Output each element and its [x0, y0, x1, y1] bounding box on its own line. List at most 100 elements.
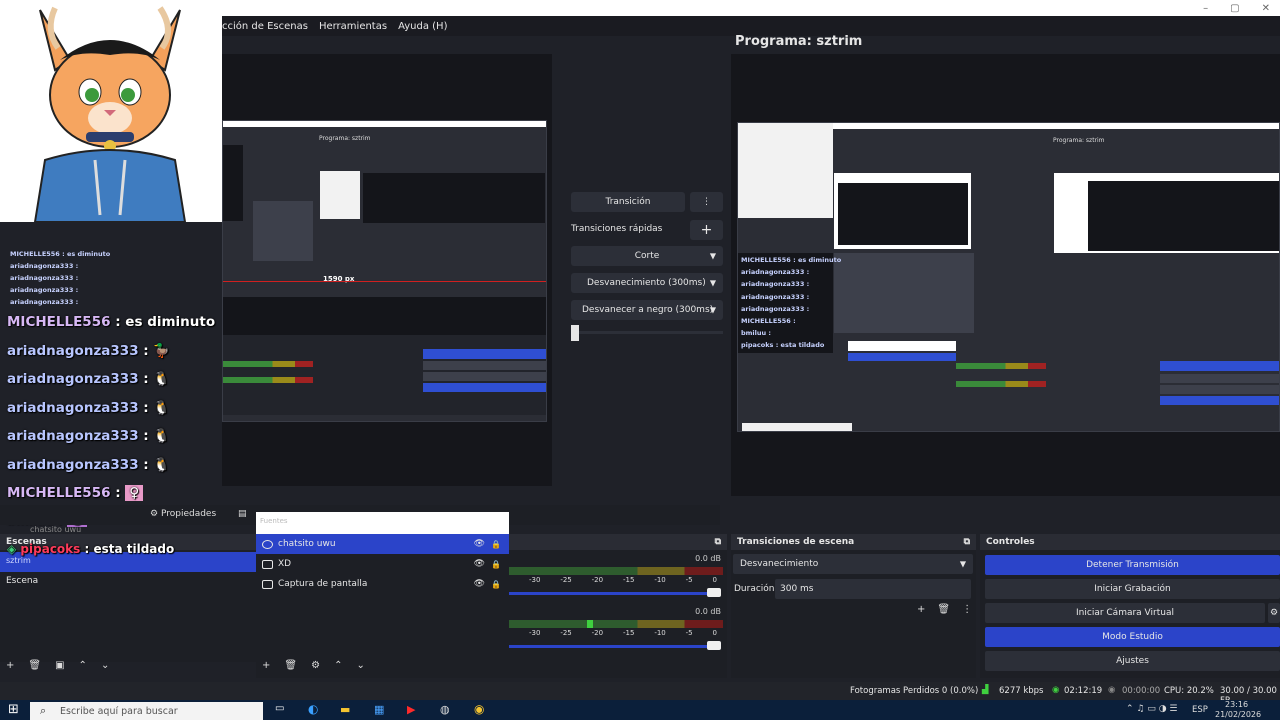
- more-options-icon[interactable]: ⋮: [690, 192, 723, 212]
- dock-float-icon[interactable]: ⧉: [964, 537, 970, 547]
- windows-start-icon[interactable]: ⊞: [8, 702, 19, 717]
- start-recording-button[interactable]: Iniciar Grabación: [985, 579, 1280, 599]
- move-up-icon[interactable]: ⌃: [334, 660, 342, 671]
- audio-peak-indicator: [587, 620, 593, 628]
- chevron-down-icon: ▼: [709, 305, 716, 315]
- edge-icon[interactable]: ◐: [308, 702, 318, 716]
- add-icon[interactable]: +: [262, 660, 270, 671]
- move-down-icon[interactable]: ⌄: [356, 660, 364, 671]
- lock-icon[interactable]: 🔒: [491, 540, 501, 549]
- program-title: Programa: sztrim: [735, 34, 863, 49]
- scene-item[interactable]: Escena: [6, 576, 38, 586]
- filter-icon[interactable]: ▣: [55, 660, 64, 671]
- move-down-icon[interactable]: ⌄: [101, 660, 109, 671]
- transition-slider[interactable]: [571, 331, 723, 334]
- rec-time: 00:00:00: [1122, 686, 1161, 696]
- duration-label: Duración: [734, 584, 775, 594]
- store-icon[interactable]: ▦: [374, 703, 384, 716]
- trash-icon[interactable]: 🗑: [28, 660, 41, 671]
- chevron-down-icon: ▼: [709, 278, 716, 288]
- lock-icon[interactable]: 🔒: [491, 580, 501, 589]
- taskbar-search[interactable]: ⌕ Escribe aquí para buscar: [30, 702, 263, 720]
- avatar-illustration: [0, 0, 222, 222]
- transition-button[interactable]: Transición: [571, 192, 685, 212]
- trash-icon[interactable]: 🗑: [937, 604, 950, 615]
- chevron-down-icon: ▼: [709, 251, 716, 261]
- audio-meter-1: [509, 567, 723, 575]
- search-icon: ⌕: [40, 704, 47, 717]
- quick-transitions-label: Transiciones rápidas: [571, 224, 663, 234]
- menu-item-help[interactable]: Ayuda (H): [398, 21, 447, 32]
- volume-slider-1[interactable]: [509, 592, 717, 595]
- chat-message: MICHELLE556 : es diminuto: [7, 314, 216, 330]
- move-up-icon[interactable]: ⌃: [79, 660, 87, 671]
- youtube-icon[interactable]: ▶: [407, 703, 415, 716]
- tab-filters-icon[interactable]: ▤: [238, 509, 247, 519]
- sources-list: chatsito uwu 👁 🔒 XD 👁 🔒 Captura de pantall…: [256, 534, 509, 678]
- transition-select[interactable]: Desvanecimiento ▼: [733, 554, 973, 574]
- studio-mode-button[interactable]: Modo Estudio: [985, 627, 1280, 647]
- transition-toolbar: + 🗑 ⋮: [917, 604, 972, 615]
- visibility-eye-icon[interactable]: 👁: [474, 539, 485, 549]
- nested-program-title: Programa: sztrim: [319, 135, 371, 142]
- start-virtual-camera-button[interactable]: Iniciar Cámara Virtual: [985, 603, 1265, 623]
- trash-icon[interactable]: 🗑: [284, 660, 297, 671]
- nested-chat-left: MICHELLE556 : es diminuto ariadnagonza33…: [10, 250, 111, 306]
- tab-properties[interactable]: ⚙ Propiedades: [150, 509, 216, 519]
- streamer-avatar: [0, 0, 222, 222]
- audio-db-2: 0.0 dB: [695, 607, 721, 616]
- visibility-eye-icon[interactable]: 👁: [474, 559, 485, 569]
- add-quick-transition-icon[interactable]: +: [690, 220, 723, 240]
- add-icon[interactable]: +: [917, 604, 925, 615]
- language-indicator[interactable]: ESP: [1192, 705, 1208, 715]
- audio-meter-2: [509, 620, 723, 628]
- volume-handle-1[interactable]: [707, 588, 721, 597]
- settings-button[interactable]: Ajustes: [985, 651, 1280, 671]
- dock-float-icon[interactable]: ⧉: [715, 537, 721, 547]
- menu-item-tools[interactable]: Herramientas: [319, 21, 387, 32]
- maximize-icon[interactable]: ▢: [1230, 3, 1239, 14]
- file-explorer-icon[interactable]: ▬: [340, 703, 350, 716]
- status-bar: Fotogramas Perdidos 0 (0.0%) ▟ 6277 kbps…: [0, 682, 1280, 706]
- nested-screenshot: Programa: sztrim 1590 px: [222, 120, 547, 422]
- clock-date[interactable]: 21/02/2026: [1215, 710, 1261, 719]
- chat-message: ariadnagonza333 : 🐧: [7, 371, 171, 387]
- source-item[interactable]: XD 👁 🔒: [256, 554, 509, 574]
- stop-streaming-button[interactable]: Detener Transmisión: [985, 555, 1280, 575]
- chrome-icon[interactable]: ◉: [474, 702, 484, 716]
- dropped-frames: Fotogramas Perdidos 0 (0.0%): [850, 686, 979, 696]
- menu-item-scene-collection[interactable]: cción de Escenas: [222, 21, 308, 32]
- lock-icon[interactable]: 🔒: [491, 560, 501, 569]
- task-view-icon[interactable]: ▭: [275, 703, 284, 714]
- obs-icon[interactable]: ◍: [440, 703, 450, 716]
- duration-spinbox[interactable]: 300 ms: [775, 579, 971, 599]
- more-options-icon[interactable]: ⋮: [962, 604, 972, 615]
- transition-slider-handle[interactable]: [571, 325, 579, 341]
- gear-icon: ⚙: [150, 509, 159, 519]
- fuentes-header: Fuentes: [256, 512, 509, 534]
- preview-canvas[interactable]: Programa: sztrim 1590 px: [222, 54, 552, 486]
- audio-db-1: 0.0 dB: [695, 554, 721, 563]
- image-source-icon: [262, 559, 273, 569]
- close-icon[interactable]: ✕: [1262, 3, 1270, 14]
- add-icon[interactable]: +: [6, 660, 14, 671]
- volume-handle-2[interactable]: [707, 641, 721, 650]
- quick-transition-fade-black[interactable]: Desvanecer a negro (300ms) ▼: [571, 300, 723, 320]
- source-item[interactable]: chatsito uwu 👁 🔒: [256, 534, 509, 554]
- live-time: 02:12:19: [1064, 686, 1103, 696]
- gear-icon[interactable]: ⚙: [311, 660, 320, 671]
- minimize-icon[interactable]: –: [1203, 3, 1208, 14]
- source-item[interactable]: Captura de pantalla 👁 🔒: [256, 574, 509, 594]
- chat-message: ◈ pipacoks : esta tildado: [7, 542, 175, 556]
- clock-time[interactable]: 23:16: [1225, 700, 1248, 709]
- quick-transition-cut[interactable]: Corte ▼: [571, 246, 723, 266]
- emote-icon: 🦆: [153, 343, 171, 359]
- virtual-camera-settings-icon[interactable]: ⚙: [1268, 603, 1280, 623]
- visibility-eye-icon[interactable]: 👁: [474, 579, 485, 589]
- display-capture-icon: [262, 579, 273, 589]
- window-controls: – ▢ ✕: [1203, 0, 1270, 16]
- volume-slider-2[interactable]: [509, 645, 717, 648]
- quick-transition-fade[interactable]: Desvanecimiento (300ms) ▼: [571, 273, 723, 293]
- tray-icons[interactable]: ⌃ ♫ ▭ ◑ ☰: [1126, 704, 1177, 714]
- program-nested-title: Programa: sztrim: [1053, 137, 1105, 144]
